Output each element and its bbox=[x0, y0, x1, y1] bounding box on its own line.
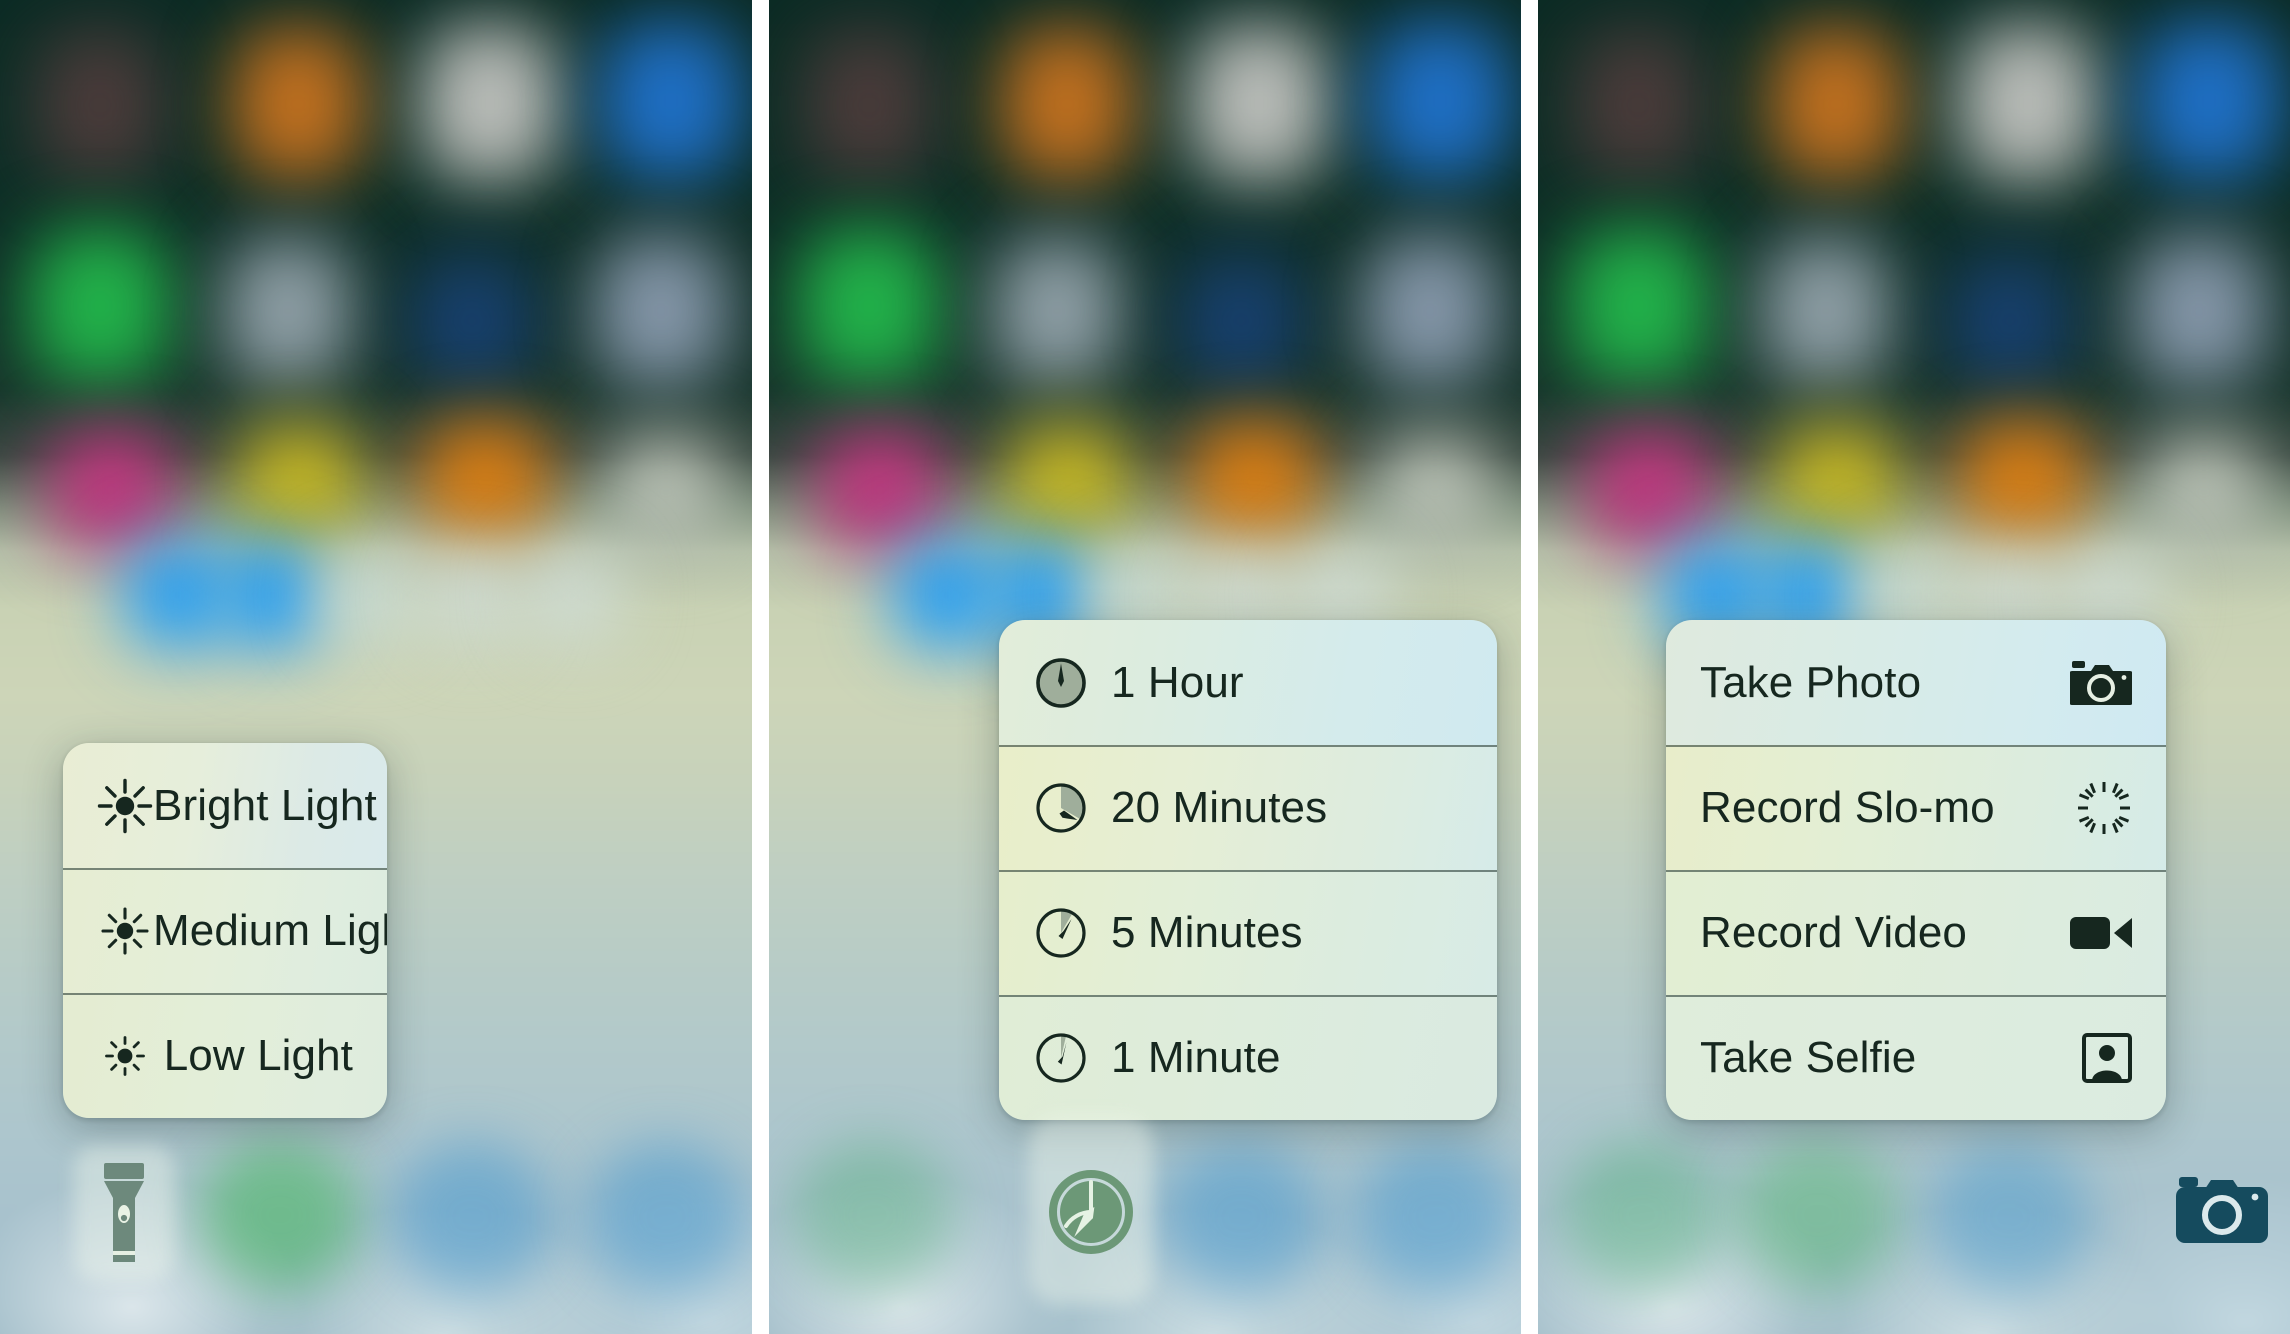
panel-divider-2 bbox=[1521, 0, 1538, 1334]
menu-item-record-video[interactable]: Record Video bbox=[1666, 870, 2166, 995]
flashlight-panel: Bright Light Medium Lig Low Light bbox=[0, 0, 752, 1334]
menu-item-1-minute[interactable]: 1 Minute bbox=[999, 995, 1497, 1120]
menu-item-label: Medium Light bbox=[153, 905, 387, 955]
menu-item-label: Take Photo bbox=[1700, 657, 1922, 707]
three-panel-comparison: Bright Light Medium Lig Low Light 1 Hour… bbox=[0, 0, 2290, 1334]
menu-item-label: Take Selfie bbox=[1700, 1032, 1917, 1082]
camera-menu: Take Photo Record Slo-mo Record Video Ta… bbox=[1666, 620, 2166, 1120]
panel-divider-1 bbox=[752, 0, 769, 1334]
timer-sixtieth-icon bbox=[1033, 1030, 1111, 1086]
menu-item-20-minutes[interactable]: 20 Minutes bbox=[999, 745, 1497, 870]
menu-item-label: Record Video bbox=[1700, 907, 1968, 957]
slomo-icon bbox=[2076, 780, 2132, 836]
menu-item-1-hour[interactable]: 1 Hour bbox=[999, 620, 1497, 745]
menu-item-label: 1 Minute bbox=[1111, 1032, 1281, 1082]
menu-item-bright-light[interactable]: Bright Light bbox=[63, 743, 387, 868]
menu-item-medium-light[interactable]: Medium Light bbox=[63, 868, 387, 993]
menu-item-record-slomo[interactable]: Record Slo-mo bbox=[1666, 745, 2166, 870]
camera-panel: Take Photo Record Slo-mo Record Video Ta… bbox=[1538, 0, 2290, 1334]
timer-panel: 1 Hour 20 Minutes 5 Minutes 1 Minute bbox=[769, 0, 1521, 1334]
menu-item-take-selfie[interactable]: Take Selfie bbox=[1666, 995, 2166, 1120]
menu-item-label: 5 Minutes bbox=[1111, 907, 1303, 957]
timer-dock-button[interactable] bbox=[1029, 1116, 1153, 1304]
menu-item-label: Low Light bbox=[163, 1030, 353, 1080]
timer-twelfth-icon bbox=[1033, 905, 1111, 961]
timer-menu: 1 Hour 20 Minutes 5 Minutes 1 Minute bbox=[999, 620, 1497, 1120]
selfie-icon bbox=[2082, 1032, 2132, 1083]
sun-medium-icon bbox=[97, 903, 153, 959]
video-icon bbox=[2070, 913, 2132, 953]
flashlight-dock-button[interactable] bbox=[74, 1146, 174, 1280]
menu-item-label: Bright Light bbox=[153, 780, 377, 830]
camera-dock-button[interactable] bbox=[2176, 1168, 2268, 1248]
menu-item-low-light[interactable]: Low Light bbox=[63, 993, 387, 1118]
timer-third-icon bbox=[1033, 780, 1111, 836]
menu-item-label: 1 Hour bbox=[1111, 657, 1244, 707]
menu-item-take-photo[interactable]: Take Photo bbox=[1666, 620, 2166, 745]
menu-item-label: 20 Minutes bbox=[1111, 782, 1328, 832]
blurred-wallpaper-1 bbox=[0, 0, 752, 1334]
flashlight-menu: Bright Light Medium Lig Low Light bbox=[63, 743, 387, 1118]
timer-full-icon bbox=[1033, 655, 1111, 711]
camera-icon bbox=[2070, 657, 2132, 709]
camera-icon bbox=[2176, 1177, 2268, 1243]
sun-bright-icon bbox=[97, 778, 153, 834]
menu-item-label: Record Slo-mo bbox=[1700, 782, 1995, 832]
sun-low-icon bbox=[97, 1028, 164, 1084]
menu-item-5-minutes[interactable]: 5 Minutes bbox=[999, 870, 1497, 995]
